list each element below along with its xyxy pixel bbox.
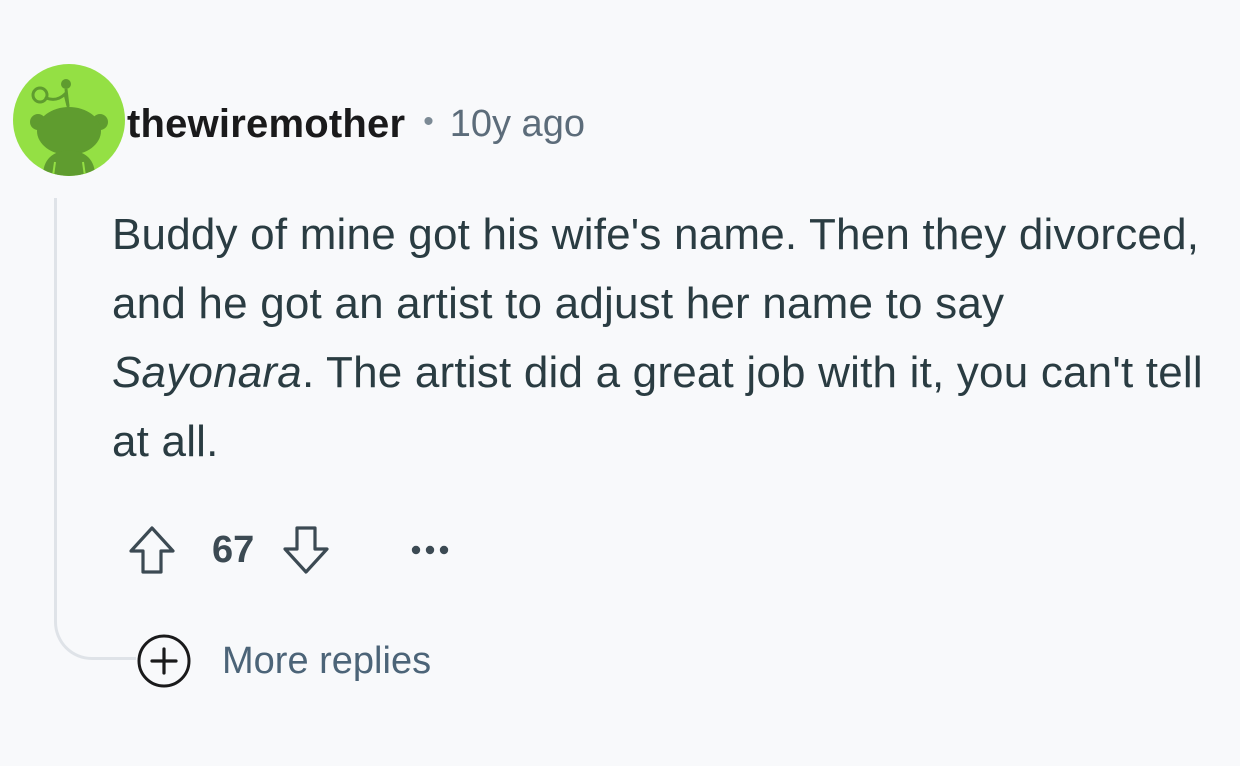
more-replies-button[interactable]: More replies (136, 632, 431, 690)
more-replies-label: More replies (222, 639, 432, 682)
snoo-avatar-icon (30, 79, 108, 176)
downvote-button[interactable] (278, 520, 334, 580)
plus-circle-icon (137, 634, 191, 688)
meta-separator: • (423, 105, 434, 138)
vote-score: 67 (212, 528, 255, 571)
upvote-button[interactable] (124, 520, 180, 580)
comment-body-emphasis: Sayonara (112, 348, 302, 397)
comment-body: Buddy of mine got his wife's name. Then … (112, 200, 1212, 476)
comment-timestamp[interactable]: 10y ago (450, 103, 585, 146)
comment-header: thewiremother • 10y ago (127, 96, 585, 152)
user-avatar[interactable] (13, 64, 125, 176)
expand-replies-control[interactable] (136, 633, 192, 689)
username-link[interactable]: thewiremother (127, 102, 405, 147)
arrow-down-icon (283, 526, 329, 574)
comment-actions: 67 (124, 518, 454, 582)
ellipsis-icon (412, 545, 449, 555)
arrow-up-icon (129, 526, 175, 574)
comment-body-text: Buddy of mine got his wife's name. Then … (112, 210, 1200, 328)
comment: thewiremother • 10y ago Buddy of mine go… (0, 0, 1240, 766)
overflow-menu-button[interactable] (406, 526, 454, 574)
